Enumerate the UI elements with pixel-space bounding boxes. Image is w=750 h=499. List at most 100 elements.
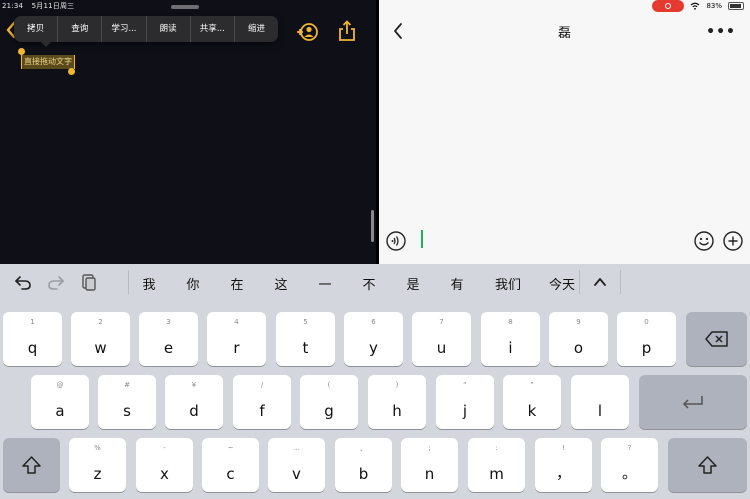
key-u[interactable]: 7u bbox=[412, 312, 471, 366]
plus-icon[interactable] bbox=[723, 231, 743, 251]
shift-key-right[interactable] bbox=[668, 438, 747, 492]
key-label: w bbox=[94, 339, 107, 357]
key-label: 。 bbox=[621, 464, 637, 482]
candidate-word[interactable]: 一 bbox=[316, 274, 334, 293]
key-m[interactable]: :m bbox=[468, 438, 525, 492]
key-w[interactable]: 2w bbox=[71, 312, 130, 366]
candidate-word[interactable]: 这 bbox=[272, 274, 290, 293]
key-f[interactable]: / f bbox=[233, 375, 291, 429]
menu-item-learn[interactable]: 学习... bbox=[102, 16, 147, 42]
text-cursor bbox=[421, 230, 423, 248]
key-label: v bbox=[292, 465, 301, 483]
menu-item-share[interactable]: 共享... bbox=[191, 16, 235, 42]
divider bbox=[128, 270, 129, 294]
candidate-word[interactable]: 有 bbox=[448, 274, 466, 293]
candidate-bar: 我 你 在 这 一 不 是 有 我们 今天 bbox=[0, 264, 750, 300]
candidate-word[interactable]: 我 bbox=[140, 274, 158, 293]
key-label: c bbox=[226, 465, 235, 483]
candidate-word[interactable]: 我们 bbox=[490, 274, 526, 293]
key-a[interactable]: @ a bbox=[31, 375, 89, 429]
voice-input-icon[interactable] bbox=[386, 231, 406, 251]
undo-icon[interactable] bbox=[14, 273, 32, 291]
shift-key-left[interactable] bbox=[3, 438, 60, 492]
selected-text[interactable]: 直接拖动文字 bbox=[21, 55, 75, 69]
key-hint: 7 bbox=[439, 318, 444, 326]
backspace-key[interactable] bbox=[686, 312, 747, 366]
key-label: o bbox=[573, 339, 584, 357]
candidate-word[interactable]: 今天 bbox=[544, 274, 580, 293]
menu-item-speak[interactable]: 朗读 bbox=[147, 16, 191, 42]
key-v[interactable]: ... v bbox=[268, 438, 325, 492]
key-label: ， bbox=[555, 464, 571, 482]
key-k[interactable]: ” k bbox=[503, 375, 561, 429]
keyboard: 我 你 在 这 一 不 是 有 我们 今天 1q 2w 3e 4r 5t 6y … bbox=[0, 264, 750, 499]
key-hint: 4 bbox=[234, 318, 239, 326]
redo-icon[interactable] bbox=[47, 273, 65, 291]
key-hint: ? bbox=[627, 444, 632, 452]
multitask-grabber[interactable] bbox=[171, 5, 199, 9]
candidate-word[interactable]: 在 bbox=[228, 274, 246, 293]
key-hint: ( bbox=[327, 381, 331, 389]
message-input[interactable] bbox=[415, 226, 685, 256]
status-date: 5月11日周三 bbox=[31, 2, 75, 10]
key-hint: 5 bbox=[303, 318, 308, 326]
candidate-word[interactable]: 是 bbox=[404, 274, 422, 293]
key-label: k bbox=[527, 402, 537, 420]
more-icon[interactable]: ••• bbox=[706, 24, 736, 40]
share-icon[interactable] bbox=[338, 20, 356, 42]
chat-pane: 83% 磊 ••• bbox=[379, 0, 750, 264]
key-g[interactable]: (g bbox=[300, 375, 358, 429]
selection-start-handle[interactable] bbox=[18, 48, 25, 55]
key-d[interactable]: ¥ d bbox=[165, 375, 223, 429]
key-hint: : bbox=[495, 444, 498, 452]
emoji-icon[interactable] bbox=[694, 231, 714, 251]
key-label: j bbox=[462, 402, 468, 420]
key-hint: ” bbox=[530, 381, 534, 389]
chevron-up-icon[interactable] bbox=[592, 274, 608, 290]
key-c[interactable]: ~ c bbox=[202, 438, 259, 492]
key-period[interactable]: ?。 bbox=[601, 438, 658, 492]
candidate-word[interactable]: 你 bbox=[184, 274, 202, 293]
divider bbox=[620, 270, 621, 294]
key-label: t bbox=[302, 339, 309, 357]
key-p[interactable]: 0p bbox=[617, 312, 676, 366]
notes-pane: 21:34 5月11日周三 拷贝 查询 学习... 朗读 共享... 缩进 直接… bbox=[0, 0, 376, 264]
key-y[interactable]: 6y bbox=[344, 312, 403, 366]
candidate-word[interactable]: 不 bbox=[360, 274, 378, 293]
key-label: f bbox=[259, 402, 265, 420]
key-s[interactable]: # s bbox=[98, 375, 156, 429]
selection-end-handle[interactable] bbox=[68, 68, 75, 75]
key-l[interactable]: l bbox=[571, 375, 629, 429]
key-label: a bbox=[55, 402, 65, 420]
key-label: g bbox=[324, 402, 334, 420]
key-label: r bbox=[233, 339, 240, 357]
key-b[interactable]: 、 b bbox=[335, 438, 392, 492]
key-n[interactable]: ; n bbox=[401, 438, 458, 492]
collaborate-icon[interactable] bbox=[296, 21, 318, 43]
menu-item-lookup[interactable]: 查询 bbox=[58, 16, 103, 42]
key-r[interactable]: 4r bbox=[207, 312, 266, 366]
menu-item-copy[interactable]: 拷贝 bbox=[14, 16, 59, 42]
key-o[interactable]: 9o bbox=[549, 312, 608, 366]
key-j[interactable]: “j bbox=[436, 375, 494, 429]
key-e[interactable]: 3e bbox=[139, 312, 198, 366]
key-q[interactable]: 1q bbox=[3, 312, 62, 366]
wifi-icon bbox=[691, 2, 700, 10]
key-t[interactable]: 5t bbox=[276, 312, 335, 366]
menu-item-indent[interactable]: 缩进 bbox=[235, 16, 278, 42]
key-x[interactable]: -x bbox=[136, 438, 193, 492]
record-icon bbox=[665, 3, 672, 9]
key-hint: ) bbox=[395, 381, 399, 389]
key-hint: ; bbox=[428, 444, 431, 452]
key-comma[interactable]: !， bbox=[535, 438, 592, 492]
key-hint: - bbox=[163, 444, 166, 452]
key-label: p bbox=[641, 339, 652, 357]
shift-icon bbox=[22, 456, 41, 474]
key-i[interactable]: 8i bbox=[481, 312, 540, 366]
scrollbar[interactable] bbox=[371, 210, 374, 242]
return-key[interactable] bbox=[639, 375, 747, 429]
key-z[interactable]: % z bbox=[69, 438, 126, 492]
screen-recording-indicator bbox=[652, 0, 685, 12]
paste-icon[interactable] bbox=[80, 273, 98, 291]
key-h[interactable]: ) h bbox=[368, 375, 426, 429]
